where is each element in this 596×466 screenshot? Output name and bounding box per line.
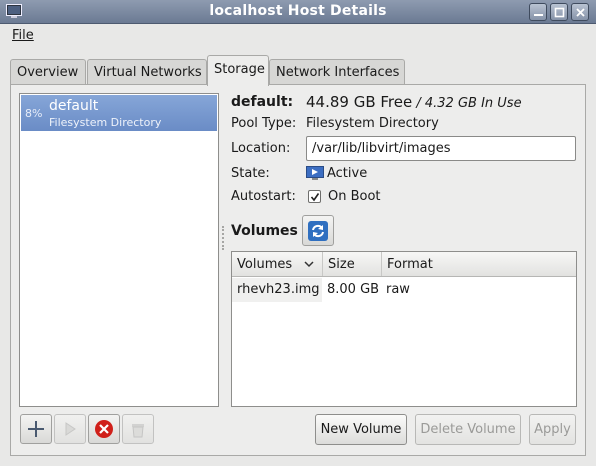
- pool-type-label: Pool Type:: [231, 116, 297, 131]
- maximize-icon: [554, 7, 565, 18]
- state-value: Active: [327, 166, 368, 181]
- check-icon: [310, 193, 320, 202]
- menu-bar: File: [0, 24, 596, 48]
- pool-list[interactable]: 8% default Filesystem Directory: [19, 93, 219, 407]
- trash-icon: [132, 424, 144, 438]
- tab-storage[interactable]: Storage: [207, 55, 269, 86]
- table-row[interactable]: rhevh23.img 8.00 GB raw: [232, 278, 576, 302]
- column-volumes[interactable]: Volumes: [232, 252, 323, 276]
- state-label: State:: [231, 166, 270, 181]
- pool-type-value: Filesystem Directory: [306, 116, 439, 131]
- tab-virtual-networks[interactable]: Virtual Networks: [87, 59, 207, 85]
- volume-size: 8.00 GB: [327, 282, 380, 297]
- maximize-button[interactable]: [550, 3, 568, 21]
- monitor-icon: [306, 166, 324, 180]
- chevron-down-icon: [304, 261, 314, 268]
- column-size[interactable]: Size: [323, 252, 382, 276]
- pool-in-use-value: / 4.32 GB In Use: [412, 96, 522, 111]
- pane-splitter[interactable]: [222, 226, 225, 250]
- pool-free: 44.89 GB Free / 4.32 GB In Use: [306, 93, 522, 111]
- pool-title: default:: [231, 94, 294, 110]
- apply-button[interactable]: Apply: [529, 414, 576, 445]
- minimize-button[interactable]: [529, 3, 547, 21]
- autostart-value: On Boot: [328, 189, 381, 204]
- refresh-icon: [308, 221, 328, 241]
- new-volume-button[interactable]: New Volume: [315, 414, 407, 445]
- refresh-volumes-button[interactable]: [302, 215, 334, 246]
- close-icon: [576, 8, 585, 17]
- window-title: localhost Host Details: [209, 3, 387, 19]
- add-pool-button[interactable]: [20, 414, 52, 444]
- column-volumes-label: Volumes: [237, 257, 293, 272]
- tab-overview[interactable]: Overview: [10, 59, 86, 85]
- tab-network-interfaces[interactable]: Network Interfaces: [269, 59, 405, 85]
- play-icon: [65, 422, 76, 436]
- stop-pool-button[interactable]: [88, 414, 120, 444]
- close-button[interactable]: [571, 3, 589, 21]
- pool-usage: 8%: [25, 107, 43, 120]
- stop-icon: [95, 420, 113, 438]
- location-field[interactable]: /var/lib/libvirt/images: [306, 136, 576, 161]
- pool-type: Filesystem Directory: [49, 116, 162, 129]
- volumes-table-header: Volumes Size Format: [232, 252, 576, 277]
- title-bar[interactable]: localhost Host Details: [0, 0, 596, 24]
- pool-name: default: [49, 98, 99, 114]
- pool-row-default[interactable]: 8% default Filesystem Directory: [21, 95, 217, 131]
- autostart-checkbox[interactable]: [308, 190, 321, 203]
- volumes-heading: Volumes: [231, 223, 298, 239]
- volumes-table[interactable]: Volumes Size Format rhevh23.img 8.00 GB …: [231, 251, 577, 407]
- autostart-label: Autostart:: [231, 189, 296, 204]
- delete-volume-button[interactable]: Delete Volume: [415, 414, 521, 445]
- pool-free-value: 44.89 GB Free: [306, 93, 413, 111]
- column-format[interactable]: Format: [382, 252, 576, 276]
- volume-format: raw: [386, 282, 410, 297]
- location-label: Location:: [231, 141, 291, 156]
- minimize-icon: [534, 14, 543, 16]
- menu-file-label: File: [12, 28, 34, 43]
- delete-pool-button[interactable]: [122, 414, 154, 444]
- start-pool-button[interactable]: [54, 414, 86, 444]
- plus-icon: [28, 421, 44, 437]
- volume-name: rhevh23.img: [237, 282, 320, 297]
- menu-file[interactable]: File: [10, 27, 36, 44]
